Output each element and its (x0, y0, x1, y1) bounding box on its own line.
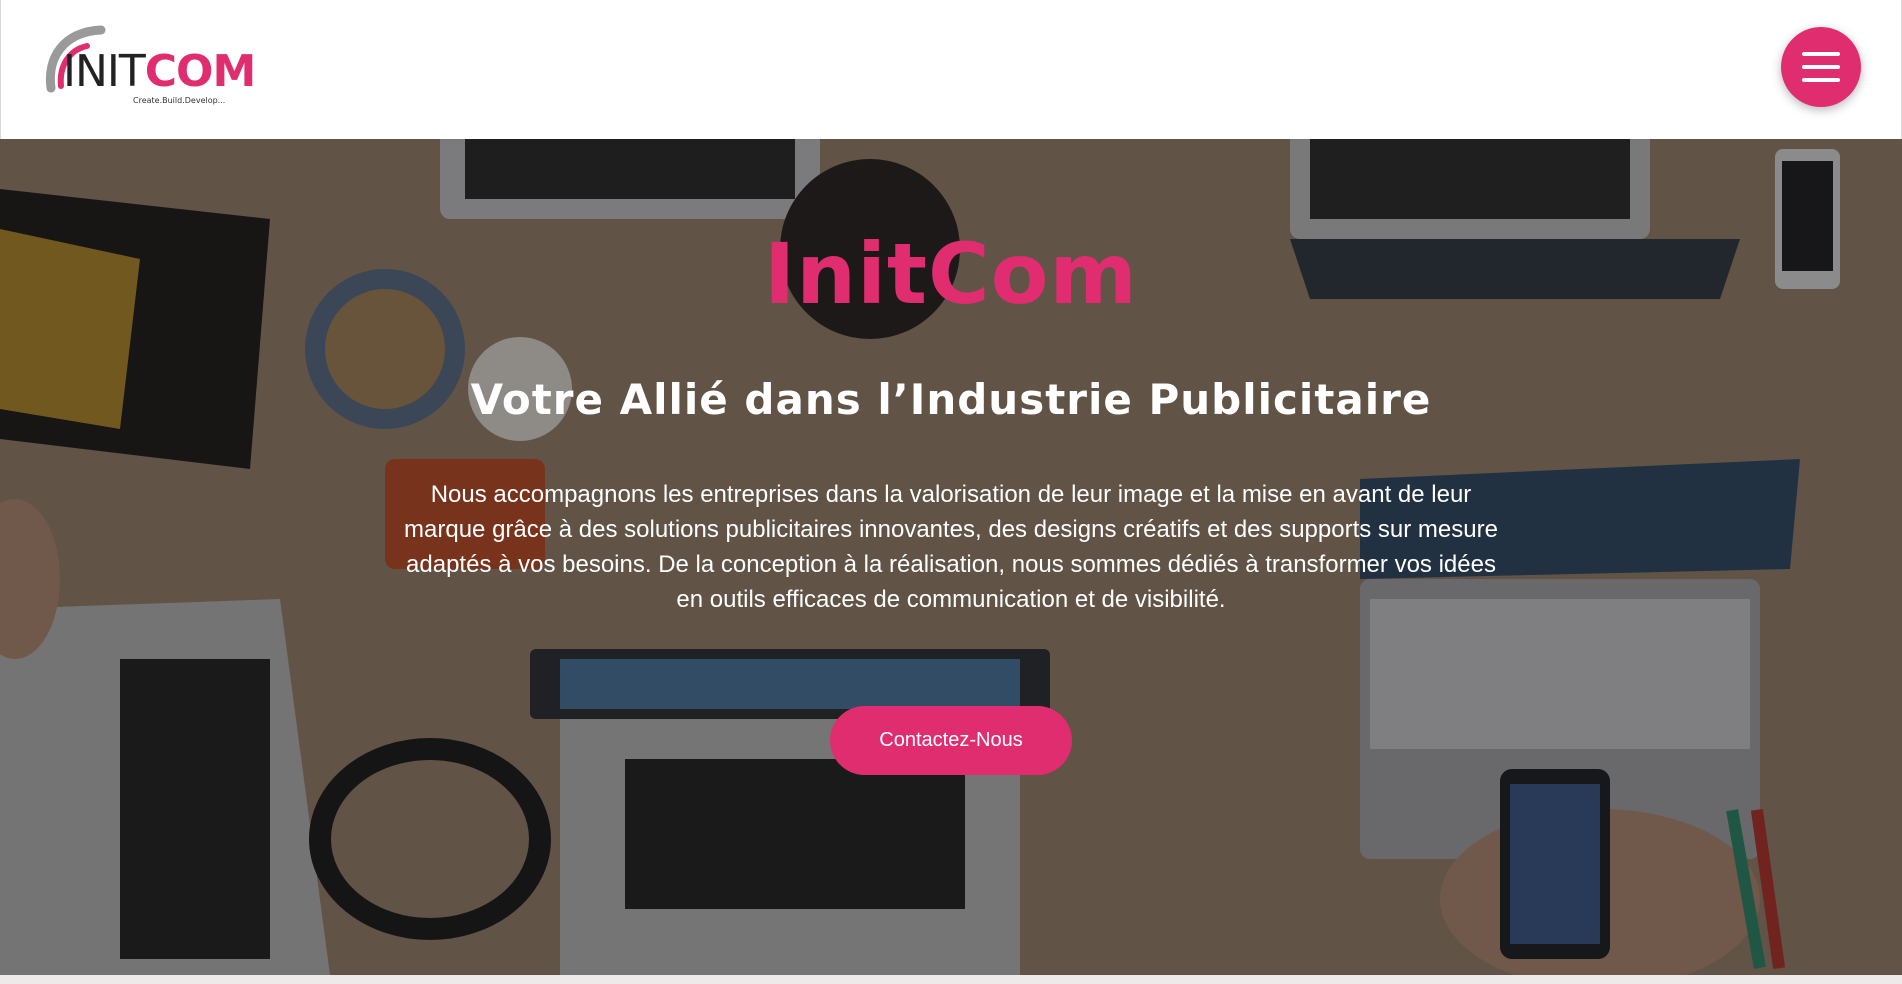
logo-wordmark: INITCOM (63, 50, 256, 94)
hero-description: Nous accompagnons les entreprises dans l… (404, 481, 1498, 613)
hamburger-icon (1802, 52, 1840, 82)
site-header: INITCOM Create.Build.Develop... (0, 0, 1902, 139)
logo-com-text: COM (144, 46, 256, 97)
hero-subtitle: Votre Allié dans l’Industrie Publicitair… (470, 375, 1432, 424)
contact-us-button[interactable]: Contactez-Nous (830, 706, 1072, 775)
logo-init-text: INIT (63, 46, 146, 97)
menu-button[interactable] (1781, 27, 1861, 107)
page-bottom-strip (0, 975, 1902, 984)
logo-tagline: Create.Build.Develop... (133, 96, 226, 105)
hero-content: InitCom Votre Allié dans l’Industrie Pub… (0, 139, 1902, 975)
hero-title: InitCom (764, 225, 1138, 323)
hero-section: InitCom Votre Allié dans l’Industrie Pub… (0, 139, 1902, 975)
initcom-logo[interactable]: INITCOM Create.Build.Develop... (45, 24, 256, 108)
